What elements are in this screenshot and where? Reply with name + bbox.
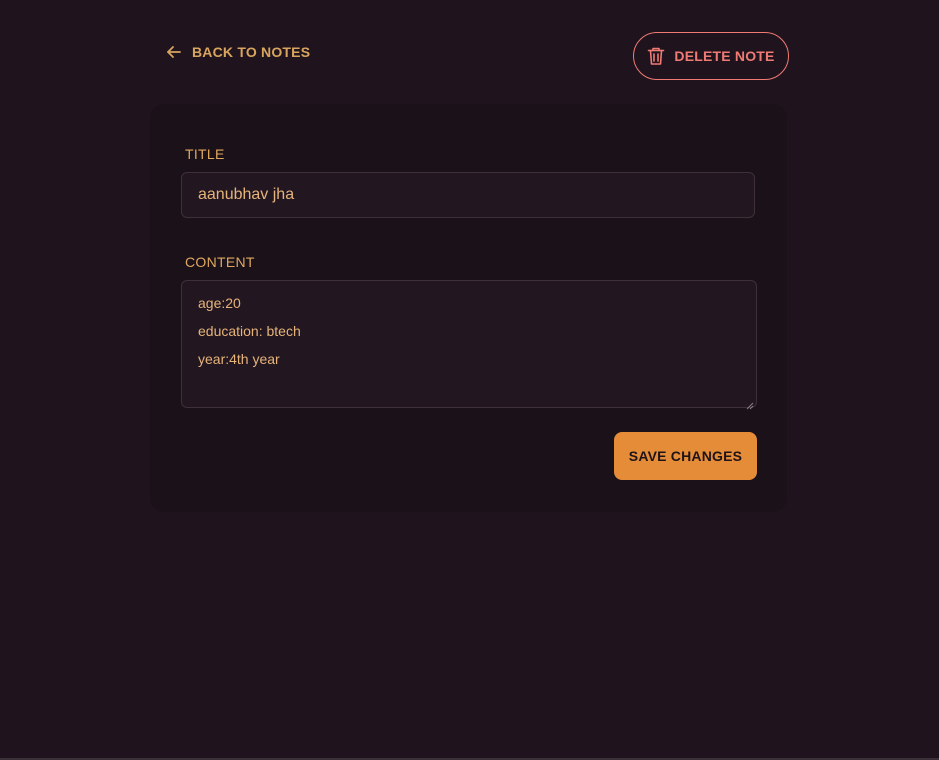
title-label: TITLE bbox=[185, 146, 225, 162]
content-line: age:20 bbox=[198, 295, 241, 311]
resize-handle-icon[interactable] bbox=[746, 397, 754, 410]
title-input[interactable]: aanubhav jha bbox=[181, 172, 755, 218]
top-bar: BACK TO NOTES DELETE NOTE bbox=[150, 32, 789, 80]
back-to-notes-label: BACK TO NOTES bbox=[192, 44, 311, 60]
content-line: year:4th year bbox=[198, 351, 280, 367]
back-to-notes-link[interactable]: BACK TO NOTES bbox=[166, 44, 310, 60]
save-changes-button[interactable]: SAVE CHANGES bbox=[614, 432, 757, 480]
note-form-card: TITLE aanubhav jha CONTENT age:20 educat… bbox=[150, 104, 787, 512]
content-textarea[interactable]: age:20 education: btech year:4th year bbox=[181, 280, 757, 410]
trash-icon bbox=[647, 46, 665, 66]
save-changes-label: SAVE CHANGES bbox=[628, 448, 743, 464]
note-editor-page: BACK TO NOTES DELETE NOTE TITLE aanubhav… bbox=[0, 0, 939, 760]
content-line: education: btech bbox=[198, 323, 301, 339]
delete-note-label: DELETE NOTE bbox=[674, 48, 775, 64]
title-value: aanubhav jha bbox=[198, 186, 295, 203]
content-label: CONTENT bbox=[185, 254, 255, 270]
arrow-left-icon bbox=[166, 44, 182, 60]
delete-note-button[interactable]: DELETE NOTE bbox=[633, 32, 789, 80]
